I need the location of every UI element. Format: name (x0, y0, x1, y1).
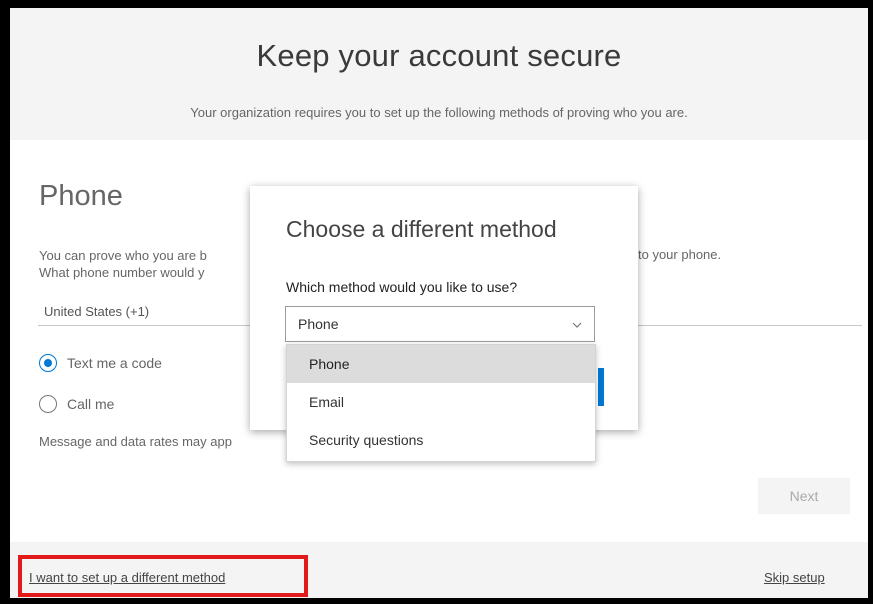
rates-note: Message and data rates may app (39, 434, 232, 449)
radio-call-me[interactable]: Call me (39, 393, 114, 415)
radio-button-unchecked[interactable] (39, 395, 57, 413)
page-title: Keep your account secure (256, 38, 622, 73)
description-line-1: You can prove who you are b (39, 248, 207, 263)
skip-setup-link[interactable]: Skip setup (764, 570, 825, 585)
radio-label-call: Call me (67, 396, 115, 412)
page-frame: Keep your account secure Your organizati… (10, 8, 868, 598)
page-header: Keep your account secure Your organizati… (10, 8, 868, 140)
radio-label-text: Text me a code (67, 355, 162, 371)
chevron-down-icon (572, 322, 582, 328)
section-title: Phone (39, 180, 123, 212)
confirm-button-edge[interactable] (598, 368, 604, 406)
dropdown-option-phone[interactable]: Phone (287, 345, 595, 383)
page-subtitle: Your organization requires you to set up… (190, 105, 688, 120)
radio-text-me[interactable]: Text me a code (39, 352, 162, 374)
dialog-question: Which method would you like to use? (286, 279, 518, 295)
dropdown-option-security-questions[interactable]: Security questions (287, 421, 595, 459)
description-tail: to your phone. (638, 247, 722, 262)
radio-button-checked[interactable] (39, 354, 57, 372)
method-select[interactable]: Phone (285, 306, 595, 342)
section-description: You can prove who you are b What phone n… (39, 247, 207, 281)
dialog-title: Choose a different method (286, 216, 557, 242)
highlight-box (18, 555, 308, 597)
next-button[interactable]: Next (758, 478, 850, 514)
dropdown-option-email[interactable]: Email (287, 383, 595, 421)
method-select-value: Phone (298, 316, 339, 332)
method-dropdown-list: Phone Email Security questions (286, 344, 596, 462)
description-line-2: What phone number would y (39, 265, 205, 280)
